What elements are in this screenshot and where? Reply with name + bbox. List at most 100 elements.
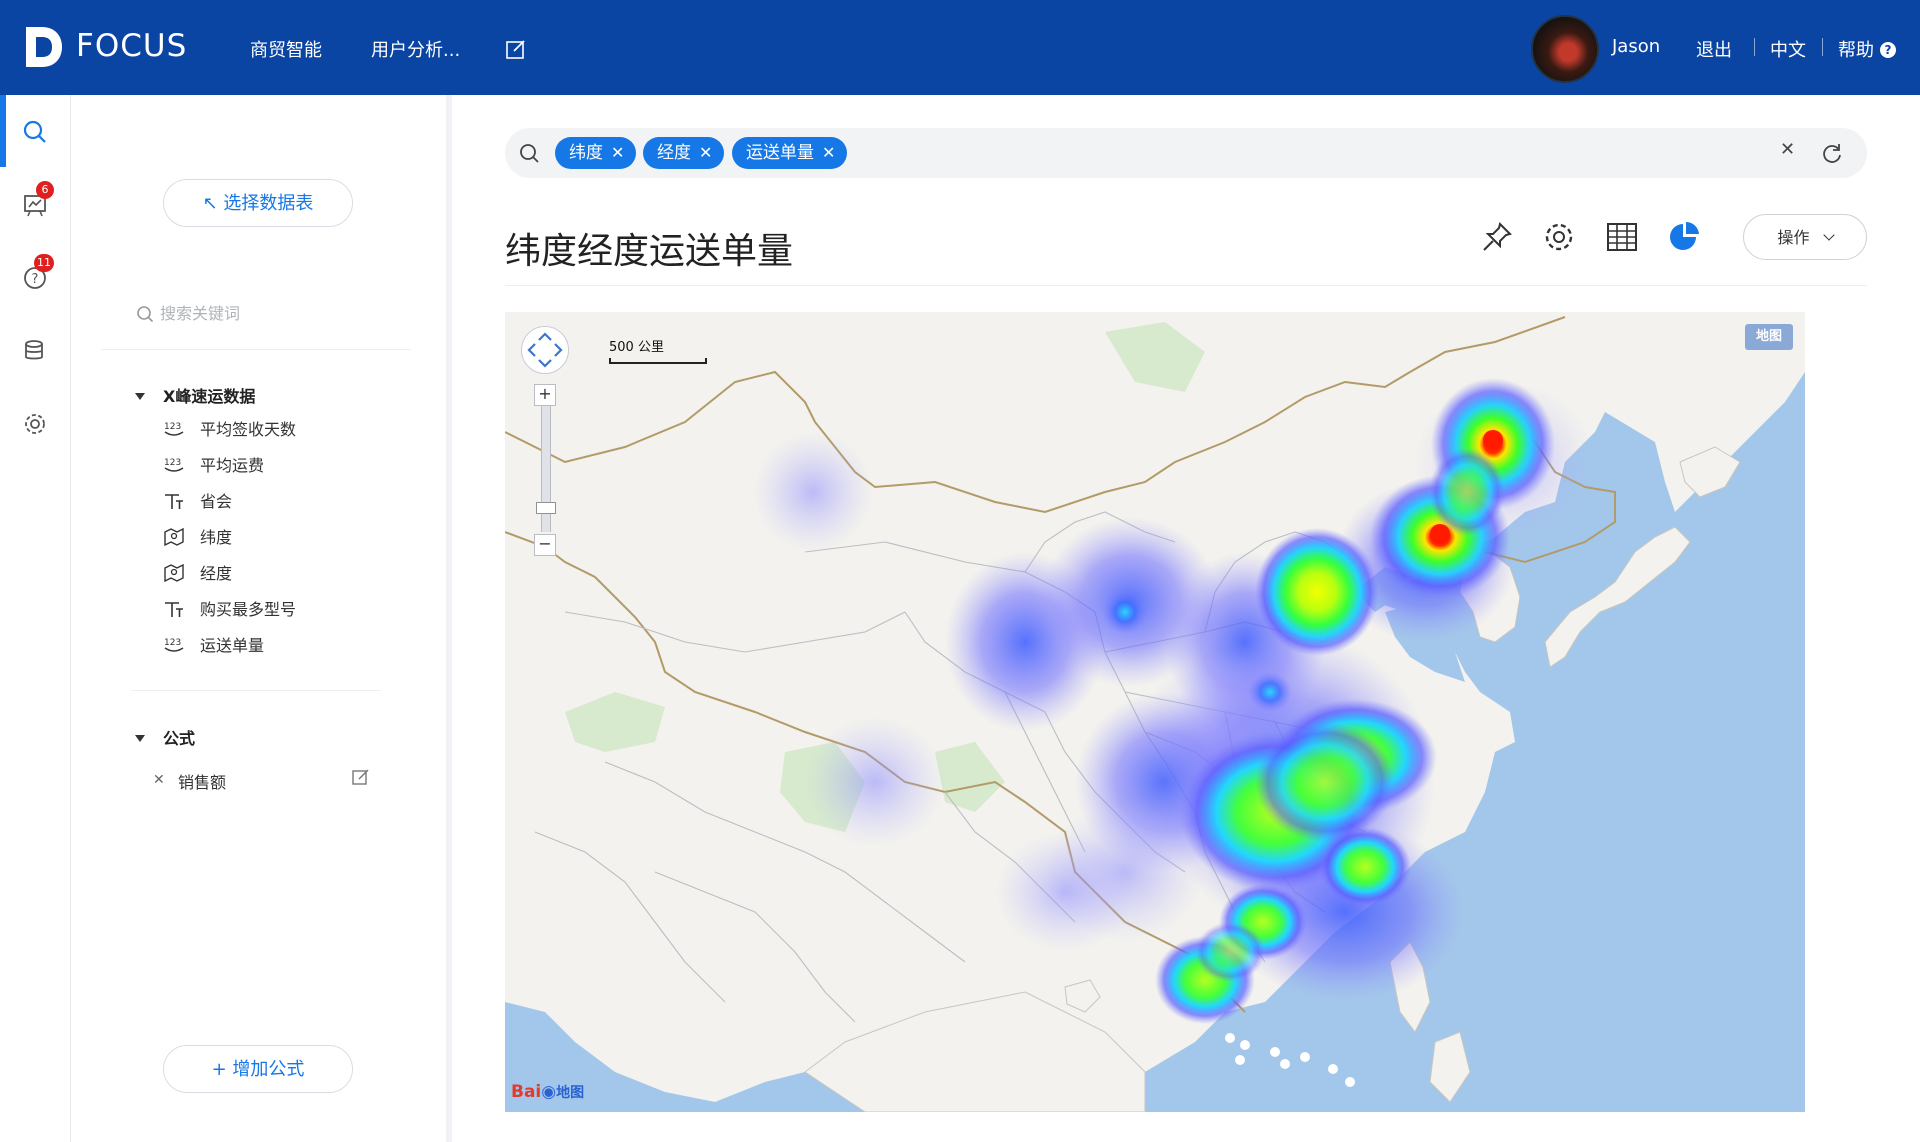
remove-chip-icon[interactable]: ✕	[822, 143, 835, 162]
pin-icon[interactable]	[1480, 220, 1514, 254]
chevron-down-icon	[1822, 229, 1835, 241]
text-icon	[163, 599, 185, 619]
data-panel: ↖ 选择数据表 搜索关键词 X峰速运数据 123 平均签收天数 123 平均运费省会纬…	[71, 95, 446, 1142]
add-formula-button[interactable]: + 增加公式	[163, 1045, 353, 1093]
field-label: 省会	[200, 492, 233, 511]
database-icon[interactable]	[22, 338, 48, 364]
pan-arrows-icon	[527, 332, 563, 368]
number-icon: 123	[163, 455, 185, 475]
search-bar[interactable]: 纬度 ✕ 经度 ✕ 运送单量 ✕ ✕	[505, 128, 1867, 178]
nav-business-intelligence[interactable]: 商贸智能	[250, 36, 322, 62]
pan-control[interactable]	[521, 326, 569, 374]
divider	[101, 349, 411, 350]
dataset-header[interactable]: X峰速运数据	[135, 383, 255, 407]
heatmap-map[interactable]: + − 500 公里 地图 Bai◉地图	[505, 312, 1805, 1112]
chip-label: 纬度	[569, 143, 603, 163]
operations-label: 操作	[1777, 228, 1810, 247]
zoom-out-button[interactable]: −	[534, 534, 556, 556]
help-link[interactable]: 帮助?	[1838, 36, 1896, 62]
field-item[interactable]: 123 运送单量	[163, 633, 264, 659]
chip-label: 运送单量	[746, 143, 814, 163]
baidu-map-logo: Bai◉地图	[511, 1082, 585, 1102]
help-icon: ?	[1880, 42, 1896, 58]
field-item[interactable]: 123 平均签收天数	[163, 417, 296, 443]
map-canvas[interactable]	[505, 312, 1805, 1112]
formula-title: 公式	[163, 729, 196, 748]
field-item[interactable]: 纬度	[163, 525, 232, 551]
scale-label: 500 公里	[609, 340, 664, 355]
remove-chip-icon[interactable]: ✕	[611, 143, 624, 162]
chip-shipment-volume[interactable]: 运送单量 ✕	[732, 137, 848, 169]
scale-line	[609, 358, 707, 364]
number-icon: 123	[163, 419, 185, 439]
divider	[505, 285, 1867, 286]
search-icon	[520, 144, 539, 163]
field-item[interactable]: 经度	[163, 561, 232, 587]
edit-icon[interactable]	[352, 768, 370, 786]
svg-text:123: 123	[164, 638, 181, 648]
keyword-search-input[interactable]: 搜索关键词	[136, 300, 240, 324]
map-navigation-control[interactable]: + −	[521, 326, 569, 556]
field-label: 运送单量	[200, 636, 265, 655]
southeast-asia-land	[804, 991, 1146, 1112]
page-title: 纬度经度运送单量	[505, 231, 794, 272]
language-link[interactable]: 中文	[1770, 36, 1806, 62]
caret-down-icon	[135, 393, 145, 400]
reports-badge: 6	[36, 181, 54, 199]
app-logo-text: FOCUS	[76, 28, 188, 64]
refresh-icon[interactable]	[1821, 142, 1843, 164]
field-label: 平均签收天数	[200, 420, 297, 439]
zoom-in-button[interactable]: +	[534, 384, 556, 406]
formula-item[interactable]: 销售额	[178, 769, 226, 793]
dataset-title: X峰速运数据	[163, 387, 256, 406]
search-placeholder: 搜索关键词	[160, 304, 241, 323]
clear-search-icon[interactable]: ✕	[1780, 139, 1795, 160]
nav-user-analysis[interactable]: 用户分析...	[371, 36, 460, 62]
field-item[interactable]: 购买最多型号	[163, 597, 296, 623]
field-label: 纬度	[200, 528, 233, 547]
formula-header[interactable]: 公式	[135, 725, 195, 749]
gear-icon[interactable]	[1542, 220, 1576, 254]
search-icon	[137, 306, 154, 323]
svg-text:123: 123	[164, 422, 181, 432]
questions-badge: 11	[34, 254, 54, 272]
pie-chart-icon[interactable]	[1667, 220, 1701, 254]
geo-icon	[163, 563, 185, 583]
divider	[131, 690, 381, 691]
user-avatar[interactable]	[1531, 15, 1599, 83]
operations-dropdown[interactable]: 操作	[1743, 214, 1867, 260]
focus-logo-icon	[26, 27, 62, 67]
text-icon	[163, 491, 185, 511]
field-item[interactable]: 省会	[163, 489, 232, 515]
hainan-island	[1064, 979, 1101, 1013]
search-icon[interactable]	[22, 119, 48, 145]
geo-icon	[163, 527, 185, 547]
rail-active-indicator	[0, 95, 6, 167]
caret-down-icon	[135, 735, 145, 742]
zoom-slider-handle[interactable]	[536, 502, 556, 514]
svg-text:?: ?	[32, 272, 39, 287]
logout-link[interactable]: 退出	[1696, 36, 1732, 62]
field-label: 平均运费	[200, 456, 265, 475]
number-icon: 123	[163, 635, 185, 655]
field-item[interactable]: 123 平均运费	[163, 453, 264, 479]
field-label: 购买最多型号	[200, 600, 297, 619]
map-type-button[interactable]: 地图	[1745, 324, 1793, 350]
edit-icon[interactable]	[505, 38, 527, 60]
chip-label: 经度	[657, 143, 691, 163]
separator	[1754, 38, 1755, 56]
chip-longitude[interactable]: 经度 ✕	[643, 137, 725, 169]
remove-chip-icon[interactable]: ✕	[699, 143, 712, 162]
select-table-button[interactable]: ↖ 选择数据表	[163, 179, 353, 227]
user-name[interactable]: Jason	[1612, 36, 1660, 57]
left-rail: 6 ? 11	[0, 95, 71, 1142]
chip-latitude[interactable]: 纬度 ✕	[555, 137, 637, 169]
field-label: 经度	[200, 564, 233, 583]
settings-icon[interactable]	[22, 411, 48, 437]
svg-text:123: 123	[164, 458, 181, 468]
help-label: 帮助	[1838, 40, 1874, 61]
main-content: 纬度 ✕ 经度 ✕ 运送单量 ✕ ✕ 纬度经度运送单量 操作 + − 500 公…	[452, 95, 1920, 1142]
remove-formula-icon[interactable]: ✕	[153, 772, 165, 788]
table-icon[interactable]	[1605, 220, 1639, 254]
separator	[1822, 38, 1823, 56]
